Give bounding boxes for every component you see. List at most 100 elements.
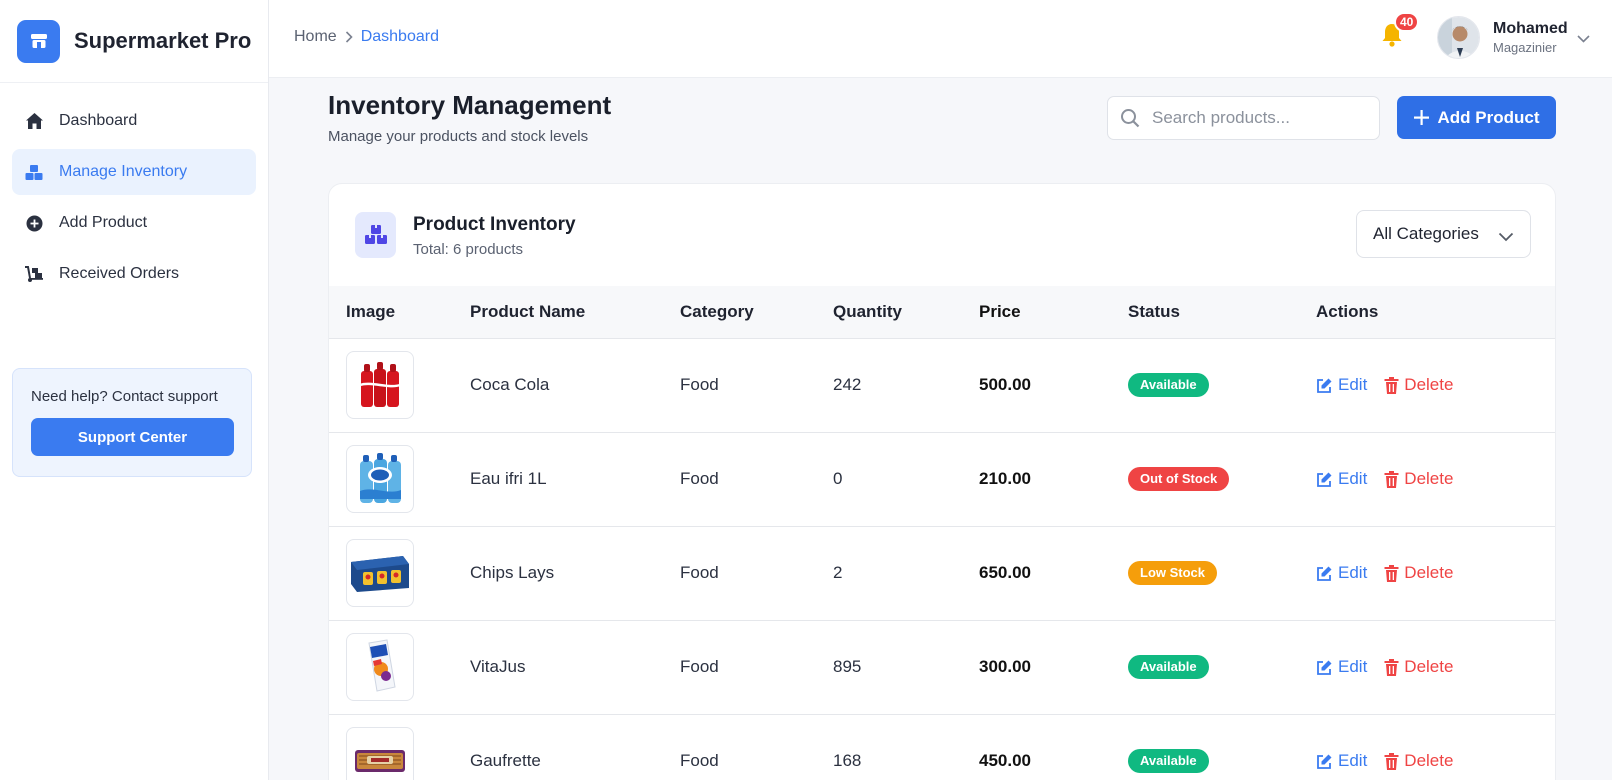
avatar[interactable] (1437, 16, 1480, 59)
product-name: VitaJus (470, 657, 526, 676)
table-row: Chips Lays Food 2 650.00 Low Stock Edit … (329, 526, 1555, 620)
product-price: 450.00 (979, 751, 1031, 771)
sidebar-item-manage-inventory[interactable]: Manage Inventory (12, 149, 256, 195)
add-product-label: Add Product (1437, 107, 1540, 127)
status-badge: Available (1128, 655, 1209, 679)
support-center-button[interactable]: Support Center (31, 418, 234, 456)
product-quantity: 168 (833, 751, 862, 771)
edit-button[interactable]: Edit (1316, 751, 1367, 771)
product-category: Food (680, 657, 719, 676)
trash-icon (1384, 752, 1399, 770)
status-badge: Low Stock (1128, 561, 1218, 585)
product-price: 210.00 (979, 469, 1031, 488)
delete-label: Delete (1404, 563, 1454, 582)
delete-button[interactable]: Delete (1384, 657, 1453, 677)
chevron-down-icon (1498, 227, 1514, 247)
product-image[interactable] (346, 351, 414, 419)
category-select-value: All Categories (1373, 224, 1479, 243)
delete-button[interactable]: Delete (1384, 751, 1453, 771)
notifications-button[interactable]: 40 (1380, 12, 1420, 52)
breadcrumb-home[interactable]: Home (294, 28, 337, 46)
table-header-row: Image Product Name Category Quantity Pri… (329, 286, 1555, 338)
product-image[interactable] (346, 727, 414, 780)
edit-label: Edit (1338, 751, 1368, 771)
sidebar-item-label: Received Orders (59, 265, 180, 282)
sidebar-item-label: Dashboard (59, 112, 138, 129)
inventory-card-header: Product Inventory Total: 6 products All … (329, 184, 1555, 286)
user-role: Magazinier (1493, 40, 1557, 55)
plus-circle-icon (24, 213, 44, 233)
product-quantity: 242 (833, 375, 862, 394)
breadcrumb: Home Dashboard (294, 28, 439, 46)
sidebar-item-label: Manage Inventory (59, 163, 188, 180)
user-name[interactable]: Mohamed (1493, 20, 1568, 38)
edit-button[interactable]: Edit (1316, 563, 1367, 583)
help-box: Need help? Contact support Support Cente… (12, 368, 252, 477)
sidebar: Supermarket Pro Dashboard Manage Invento… (0, 0, 269, 780)
delete-button[interactable]: Delete (1384, 469, 1453, 489)
product-price: 300.00 (979, 657, 1031, 676)
column-header: Quantity (833, 301, 902, 321)
page-subtitle: Manage your products and stock levels (328, 128, 589, 145)
delete-button[interactable]: Delete (1384, 375, 1453, 395)
product-name: Chips Lays (470, 563, 555, 582)
product-quantity: 2 (833, 563, 843, 582)
column-header: Image (346, 301, 396, 321)
product-name: Gaufrette (470, 751, 541, 771)
sidebar-item-label: Add Product (59, 214, 148, 231)
edit-label: Edit (1338, 469, 1368, 488)
table-row: Gaufrette Food 168 450.00 Available Edit… (329, 714, 1555, 780)
edit-icon (1317, 566, 1332, 581)
trash-icon (1384, 564, 1399, 582)
edit-icon (1317, 660, 1332, 675)
edit-label: Edit (1338, 563, 1368, 582)
product-category: Food (680, 375, 719, 394)
inventory-title: Product Inventory (413, 214, 576, 235)
edit-icon (1317, 378, 1332, 393)
sidebar-item-received-orders[interactable]: Received Orders (12, 251, 256, 297)
dolly-icon (24, 264, 44, 284)
home-icon (24, 111, 44, 131)
search-input[interactable] (1152, 108, 1362, 128)
sidebar-nav: Dashboard Manage Inventory Add Product R… (0, 83, 268, 297)
add-product-button[interactable]: Add Product (1397, 96, 1556, 139)
column-header: Status (1128, 301, 1180, 321)
chevron-down-icon[interactable] (1577, 30, 1590, 48)
boxes-icon (24, 162, 44, 182)
product-image[interactable] (346, 539, 414, 607)
brand[interactable]: Supermarket Pro (0, 0, 268, 83)
table-row: Coca Cola Food 242 500.00 Available Edit… (329, 338, 1555, 432)
help-text: Need help? Contact support (31, 388, 218, 405)
delete-label: Delete (1404, 469, 1454, 488)
delete-button[interactable]: Delete (1384, 563, 1453, 583)
edit-button[interactable]: Edit (1316, 469, 1367, 489)
edit-icon (1317, 754, 1332, 769)
breadcrumb-current[interactable]: Dashboard (361, 28, 439, 46)
edit-button[interactable]: Edit (1316, 375, 1367, 395)
product-quantity: 0 (833, 469, 843, 488)
product-name: Coca Cola (470, 375, 550, 394)
notification-count-badge: 40 (1394, 12, 1420, 32)
inventory-total: Total: 6 products (413, 241, 524, 258)
edit-button[interactable]: Edit (1316, 657, 1367, 677)
trash-icon (1384, 376, 1399, 394)
column-header: Actions (1316, 301, 1379, 321)
sidebar-item-add-product[interactable]: Add Product (12, 200, 256, 246)
app-name: Supermarket Pro (74, 28, 252, 53)
search-icon (1121, 109, 1140, 128)
product-price: 500.00 (979, 375, 1031, 394)
category-select[interactable]: All Categories (1356, 210, 1531, 258)
status-badge: Out of Stock (1128, 467, 1230, 491)
product-category: Food (680, 469, 719, 488)
product-name: Eau ifri 1L (470, 469, 547, 488)
product-quantity: 895 (833, 657, 862, 676)
chevron-right-icon (345, 31, 353, 43)
edit-label: Edit (1338, 375, 1368, 394)
product-image[interactable] (346, 633, 414, 701)
product-image[interactable] (346, 445, 414, 513)
store-icon (17, 19, 60, 63)
product-price: 650.00 (979, 563, 1031, 582)
search-box (1107, 96, 1380, 140)
sidebar-item-dashboard[interactable]: Dashboard (12, 98, 256, 144)
product-category: Food (680, 563, 719, 582)
